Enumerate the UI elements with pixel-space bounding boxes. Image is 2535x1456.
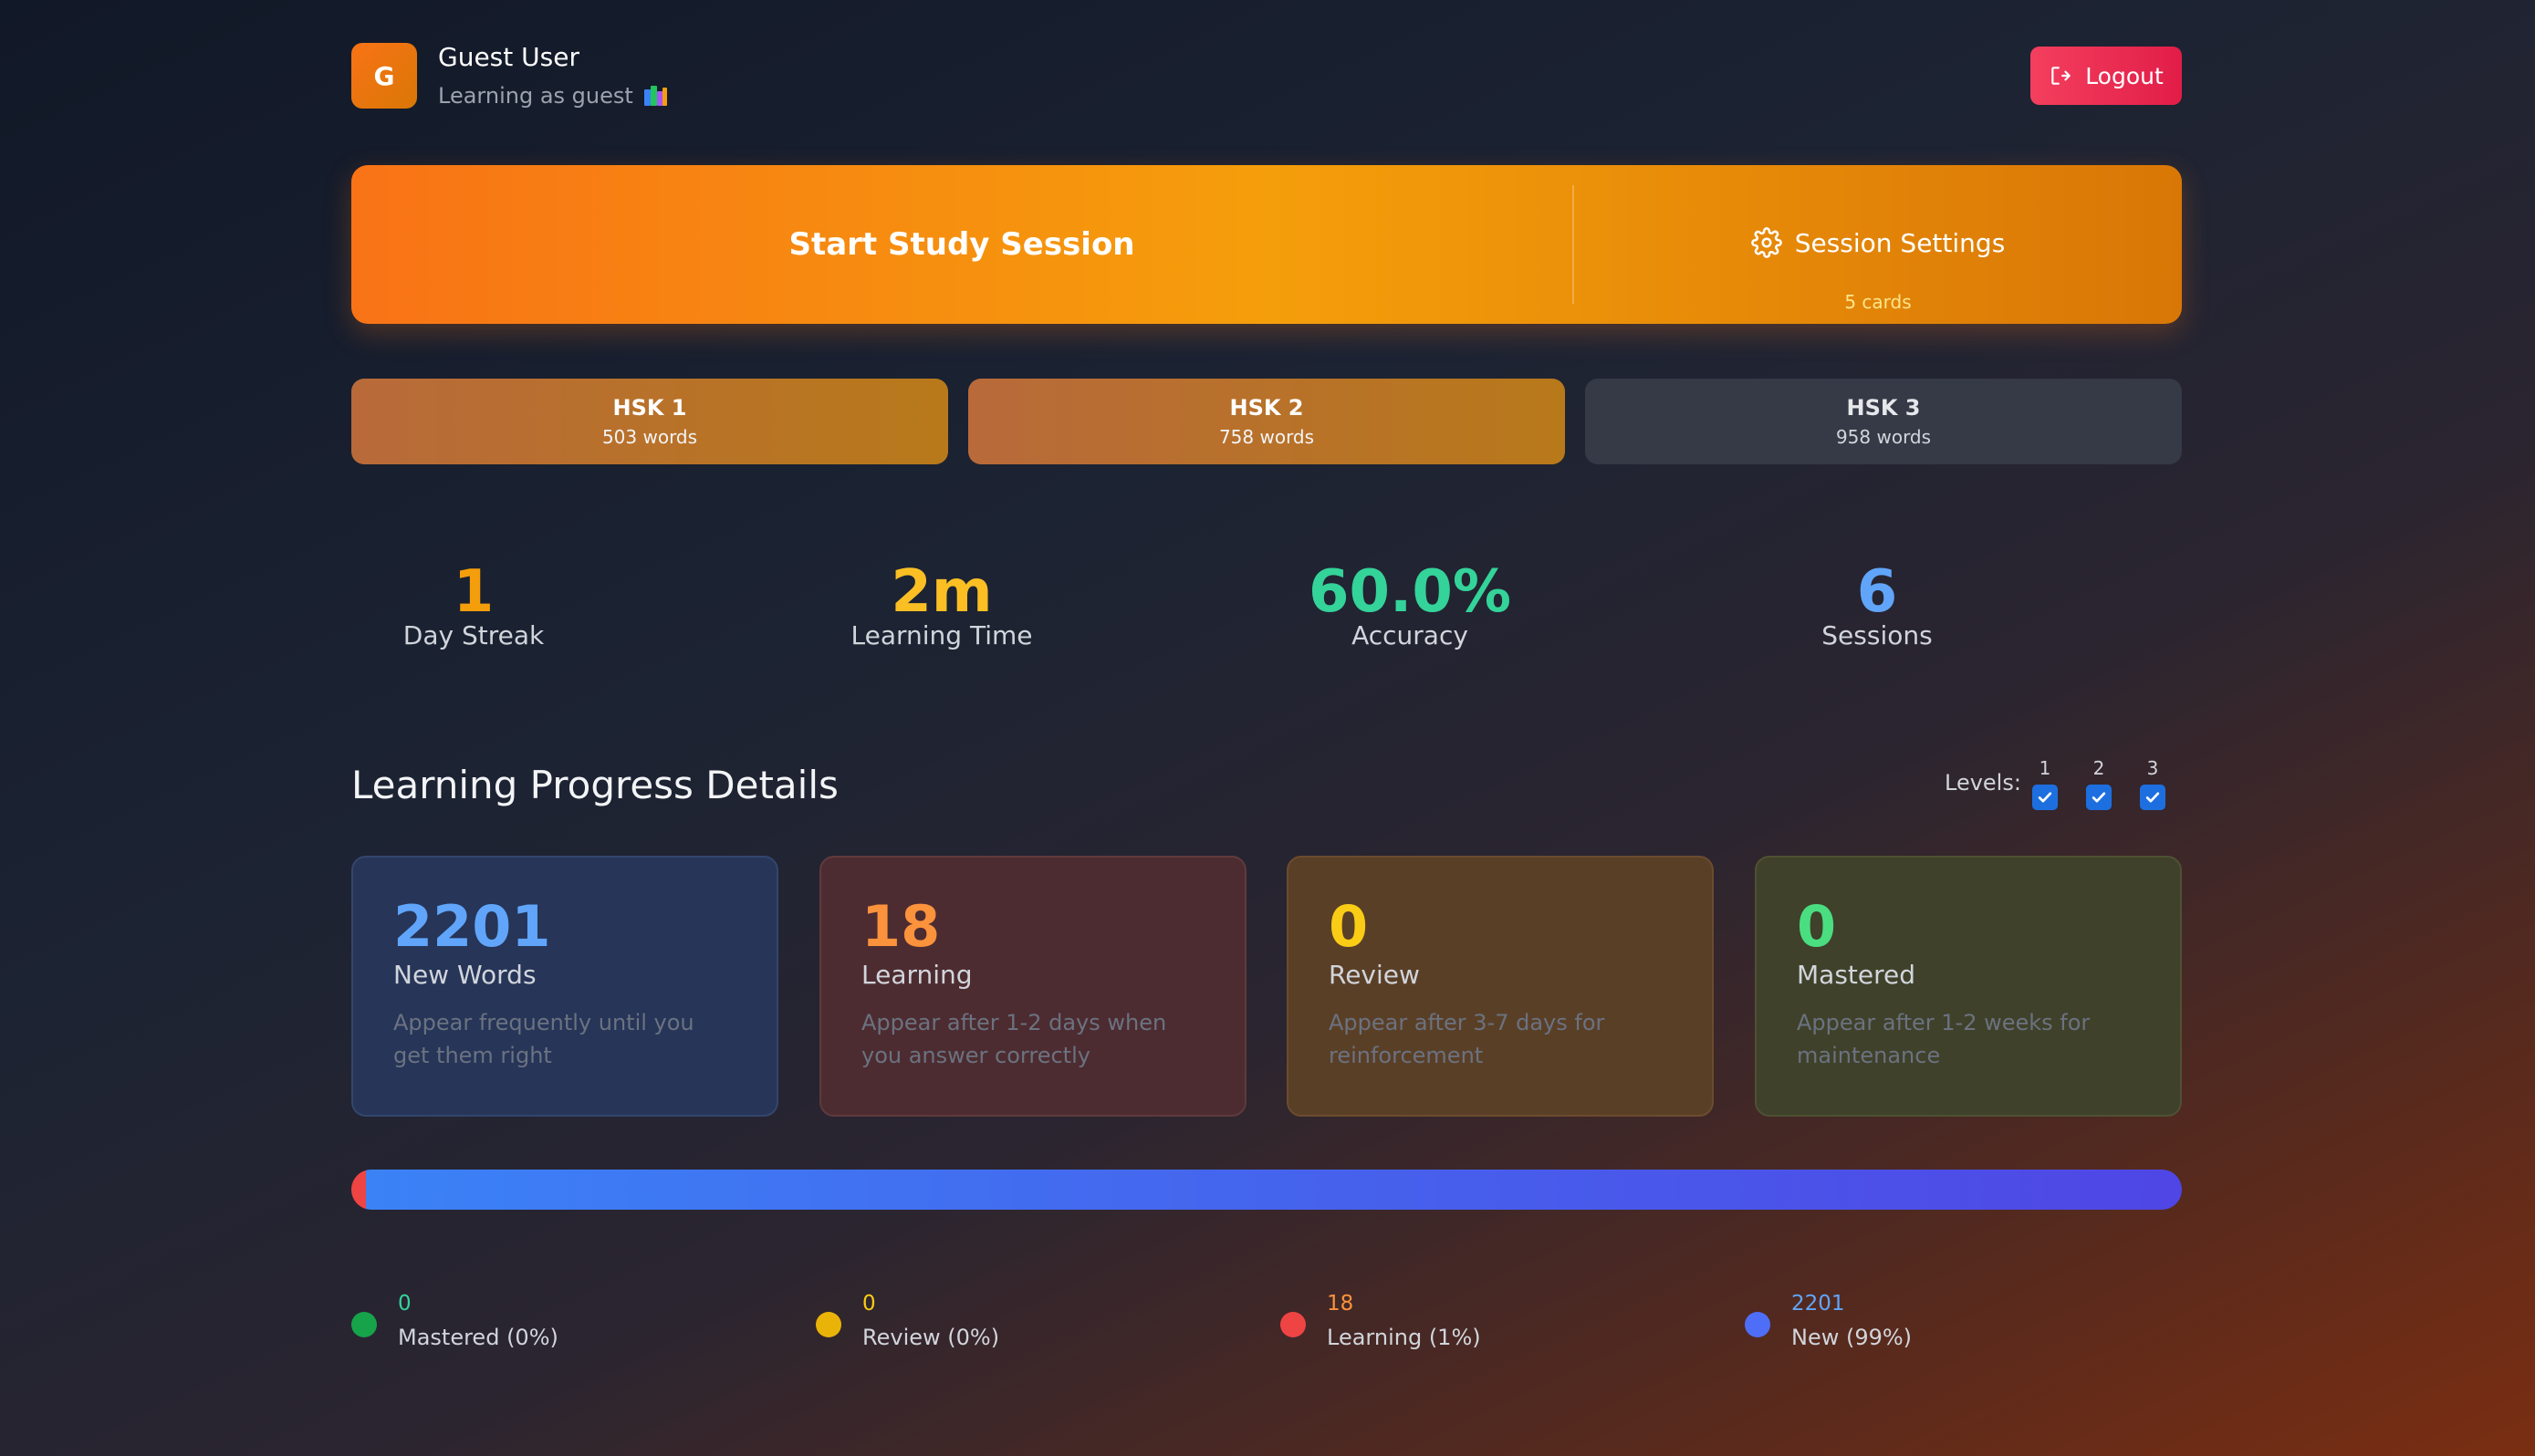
card-name: New Words bbox=[393, 960, 537, 990]
card-name: Learning bbox=[861, 960, 973, 990]
legend-dot bbox=[1280, 1312, 1306, 1337]
session-settings-button[interactable]: Session Settings 5 cards bbox=[1574, 165, 2182, 324]
hsk-level-tabs: HSK 1 503 words HSK 2 758 words HSK 3 95… bbox=[351, 379, 2182, 464]
legend-value: 0 bbox=[398, 1292, 412, 1316]
legend-value: 2201 bbox=[1791, 1292, 1845, 1316]
logout-button[interactable]: Logout bbox=[2030, 47, 2182, 105]
card-review: 0 Review Appear after 3-7 days for reinf… bbox=[1287, 856, 1714, 1117]
stat-sessions: 6 Sessions bbox=[1695, 560, 2060, 650]
levels-filter: Levels: 1 2 3 bbox=[1945, 757, 2182, 821]
bar-segment-new bbox=[366, 1170, 2182, 1210]
legend-value: 18 bbox=[1327, 1292, 1354, 1316]
stats-row: 1 Day Streak 2m Learning Time 60.0% Accu… bbox=[351, 560, 2182, 706]
user-name: Guest User bbox=[438, 42, 579, 72]
stat-day-streak: 1 Day Streak bbox=[291, 560, 656, 650]
stat-accuracy: 60.0% Accuracy bbox=[1227, 560, 1592, 650]
user-subtitle-text: Learning as guest bbox=[438, 83, 633, 109]
stat-learning-time: 2m Learning Time bbox=[759, 560, 1124, 650]
stat-label: Accuracy bbox=[1351, 620, 1468, 650]
section-title: Learning Progress Details bbox=[351, 763, 839, 807]
level-1-filter: 1 bbox=[2031, 757, 2059, 810]
check-icon bbox=[2038, 792, 2052, 803]
hsk-word-count: 958 words bbox=[1835, 426, 1932, 448]
hsk-title: HSK 3 bbox=[1846, 395, 1921, 421]
legend-label: Learning (1%) bbox=[1327, 1325, 1481, 1350]
card-name: Mastered bbox=[1797, 960, 1916, 990]
stat-value: 2m bbox=[891, 558, 993, 626]
hsk-word-count: 503 words bbox=[601, 426, 698, 448]
level-2-checkbox[interactable] bbox=[2086, 785, 2112, 810]
header: G Guest User Learning as guest Logout bbox=[351, 42, 2182, 110]
check-icon bbox=[2145, 792, 2160, 803]
hsk-2-tab[interactable]: HSK 2 758 words bbox=[968, 379, 1565, 464]
card-new-words: 2201 New Words Appear frequently until y… bbox=[351, 856, 778, 1117]
stat-value: 1 bbox=[453, 558, 495, 626]
progress-distribution-bar bbox=[351, 1170, 2182, 1210]
stat-value: 6 bbox=[1856, 558, 1898, 626]
user-subtitle: Learning as guest bbox=[438, 83, 668, 109]
card-name: Review bbox=[1329, 960, 1420, 990]
hsk-word-count: 758 words bbox=[1218, 426, 1315, 448]
legend-dot bbox=[816, 1312, 841, 1337]
level-number: 3 bbox=[2146, 757, 2159, 779]
levels-label: Levels: bbox=[1945, 770, 2021, 796]
start-study-session-button[interactable]: Start Study Session bbox=[351, 165, 1572, 324]
card-value: 2201 bbox=[393, 893, 551, 960]
logout-icon bbox=[2051, 67, 2071, 85]
dashboard: G Guest User Learning as guest Logout St… bbox=[351, 42, 2182, 1350]
hsk-title: HSK 2 bbox=[1229, 395, 1304, 421]
level-2-filter: 2 bbox=[2085, 757, 2112, 810]
card-value: 0 bbox=[1797, 893, 1837, 960]
legend-dot bbox=[351, 1312, 377, 1337]
books-icon bbox=[643, 86, 668, 106]
stat-label: Sessions bbox=[1821, 620, 1933, 650]
legend-label: Review (0%) bbox=[862, 1325, 1000, 1350]
legend-value: 0 bbox=[862, 1292, 876, 1316]
level-number: 2 bbox=[2092, 757, 2105, 779]
stat-label: Day Streak bbox=[402, 620, 545, 650]
hsk-3-tab[interactable]: HSK 3 958 words bbox=[1585, 379, 2182, 464]
stat-value: 60.0% bbox=[1308, 558, 1512, 626]
card-mastered: 0 Mastered Appear after 1-2 weeks for ma… bbox=[1755, 856, 2182, 1117]
status-cards: 2201 New Words Appear frequently until y… bbox=[351, 856, 2182, 1117]
card-description: Appear after 3-7 days for reinforcement bbox=[1329, 1010, 1605, 1068]
progress-legend: 0 Mastered (0%) 0 Review (0%) 18 Learnin… bbox=[351, 1292, 2182, 1365]
hsk-title: HSK 1 bbox=[612, 395, 687, 421]
level-3-checkbox[interactable] bbox=[2140, 785, 2165, 810]
study-banner: Start Study Session Session Settings 5 c… bbox=[351, 165, 2182, 324]
check-icon bbox=[2092, 792, 2106, 803]
legend-label: New (99%) bbox=[1791, 1325, 1913, 1350]
logout-label: Logout bbox=[2085, 62, 2164, 89]
legend-dot bbox=[1745, 1312, 1770, 1337]
gear-icon bbox=[1750, 227, 1782, 258]
card-value: 0 bbox=[1329, 893, 1369, 960]
bar-segment-learning bbox=[351, 1170, 367, 1210]
card-learning: 18 Learning Appear after 1-2 days when y… bbox=[819, 856, 1247, 1117]
legend-label: Mastered (0%) bbox=[398, 1325, 558, 1350]
card-description: Appear after 1-2 days when you answer co… bbox=[861, 1010, 1167, 1068]
hsk-1-tab[interactable]: HSK 1 503 words bbox=[351, 379, 948, 464]
stat-label: Learning Time bbox=[850, 620, 1033, 650]
level-3-filter: 3 bbox=[2139, 757, 2166, 810]
session-settings-label: Session Settings bbox=[1794, 227, 2006, 258]
level-1-checkbox[interactable] bbox=[2032, 785, 2058, 810]
level-number: 1 bbox=[2039, 757, 2051, 779]
card-description: Appear after 1-2 weeks for maintenance bbox=[1797, 1010, 2091, 1068]
avatar: G bbox=[351, 43, 417, 109]
cards-count: 5 cards bbox=[1844, 291, 1912, 313]
card-description: Appear frequently until you get them rig… bbox=[393, 1010, 694, 1068]
card-value: 18 bbox=[861, 893, 941, 960]
